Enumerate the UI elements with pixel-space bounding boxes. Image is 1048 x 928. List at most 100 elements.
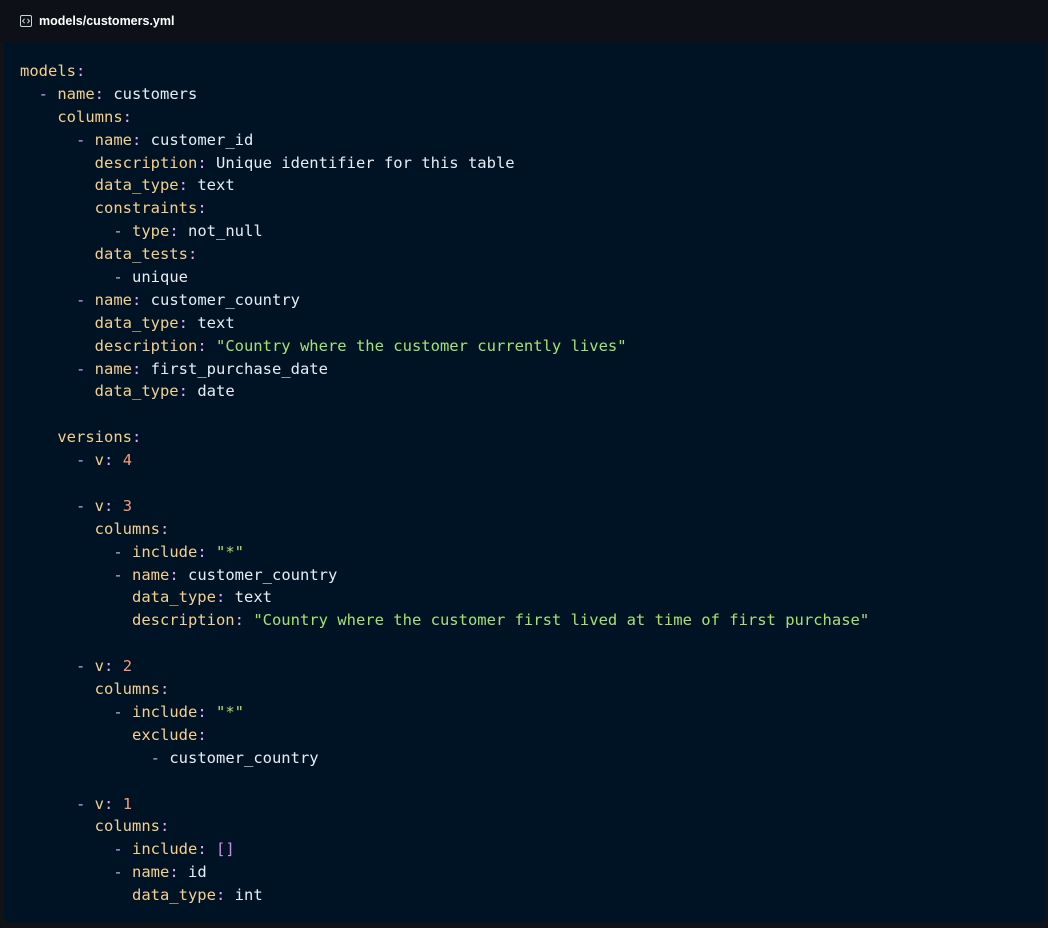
code-line: models: [20, 60, 869, 83]
code-line: - v: 1 [20, 793, 869, 816]
yaml-punctuation: : [197, 725, 207, 744]
yaml-key: versions [57, 428, 132, 447]
yaml-punctuation: : [104, 451, 123, 470]
yaml-number: 2 [122, 657, 133, 676]
yaml-value: customer_id [150, 130, 254, 149]
yaml-punctuation: : [159, 519, 170, 538]
yaml-value: text [197, 176, 235, 195]
yaml-key: data_type [131, 886, 216, 905]
yaml-key: include [132, 702, 198, 721]
yaml-string: "Country where the customer first lived … [253, 611, 870, 630]
yaml-value: id [188, 863, 207, 882]
yaml-value: customer_country [150, 290, 300, 309]
code-block-header: models/customers.yml [0, 0, 1048, 42]
yaml-number: 1 [122, 794, 133, 813]
yaml-punctuation: : [178, 382, 198, 401]
yaml-value: customers [113, 84, 198, 103]
code-window: models/customers.yml models: - name: cus… [0, 0, 1048, 928]
yaml-value: int [234, 886, 263, 905]
yaml-key: columns [94, 817, 160, 836]
yaml-list-dash: - [76, 290, 95, 309]
code-line: - name: customer_country [20, 289, 869, 312]
yaml-value: Unique identifier for this table [215, 153, 515, 172]
yaml-punctuation: : [76, 62, 86, 80]
yaml-value: text [234, 588, 272, 607]
yaml-list-dash: - [113, 542, 132, 561]
code-line: description: "Country where the customer… [20, 609, 869, 632]
yaml-list-dash: - [113, 222, 132, 241]
yaml-key: data_type [94, 176, 179, 195]
yaml-punctuation: : [197, 840, 216, 859]
code-line: - name: customer_country [20, 564, 869, 587]
yaml-key: exclude [131, 725, 198, 744]
yaml-key: models [20, 62, 76, 80]
yaml-key: v [94, 451, 105, 470]
yaml-key: description [94, 336, 198, 355]
yaml-value: unique [132, 268, 188, 287]
yaml-key: v [94, 496, 105, 515]
yaml-number: 3 [122, 496, 133, 515]
yaml-punctuation: : [187, 245, 198, 264]
yaml-key: data_tests [94, 245, 188, 264]
code-line: - include: [] [20, 838, 869, 861]
code-line: columns: [20, 106, 869, 129]
yaml-punctuation: : [178, 313, 198, 332]
code-line: - name: first_purchase_date [20, 358, 869, 381]
yaml-string: "Country where the customer currently li… [215, 336, 627, 355]
code-line: - unique [20, 266, 869, 289]
yaml-punctuation: : [159, 680, 170, 699]
code-editor[interactable]: models: - name: customers columns: - nam… [4, 42, 1046, 922]
yaml-punctuation: : [197, 153, 216, 172]
yaml-key: data_type [94, 382, 179, 401]
code-line: columns: [20, 678, 869, 701]
yaml-list-dash: - [76, 451, 95, 470]
yaml-punctuation: : [122, 107, 132, 126]
yaml-key: columns [57, 107, 123, 126]
yaml-key: name [57, 84, 95, 103]
yaml-punctuation: : [197, 542, 216, 561]
code-content[interactable]: models: - name: customers columns: - nam… [20, 60, 869, 907]
yaml-punctuation: : [234, 611, 254, 630]
yaml-key: include [132, 840, 198, 859]
code-line: data_type: text [20, 312, 869, 335]
file-name: models/customers.yml [39, 14, 175, 28]
yaml-list-dash: - [150, 748, 170, 767]
yaml-list-dash: - [38, 84, 58, 103]
yaml-punctuation: : [104, 794, 123, 813]
code-line: columns: [20, 518, 869, 541]
yaml-list-dash: - [76, 657, 95, 676]
yaml-punctuation: : [159, 817, 170, 836]
yaml-list-dash: - [76, 794, 95, 813]
yaml-list-dash: - [113, 565, 132, 584]
code-line: - include: "*" [20, 701, 869, 724]
yaml-key: type [132, 222, 170, 241]
code-line: constraints: [20, 197, 869, 220]
yaml-key: v [94, 794, 105, 813]
code-line: - name: customer_id [20, 129, 869, 152]
yaml-bracket: [] [216, 840, 235, 859]
code-line: - v: 2 [20, 655, 869, 678]
code-line: versions: [20, 426, 869, 449]
code-line: - type: not_null [20, 220, 869, 243]
yaml-punctuation: : [197, 702, 216, 721]
yaml-string: "*" [216, 702, 244, 721]
yaml-list-dash: - [113, 702, 132, 721]
yaml-key: include [132, 542, 198, 561]
yaml-punctuation: : [178, 176, 198, 195]
yaml-number: 4 [122, 451, 133, 470]
yaml-value: not_null [188, 222, 263, 241]
yaml-key: name [132, 565, 170, 584]
yaml-key: name [94, 130, 132, 149]
yaml-key: data_type [131, 588, 216, 607]
yaml-value: first_purchase_date [150, 359, 328, 378]
yaml-punctuation: : [132, 130, 151, 149]
code-line: data_type: int [20, 884, 869, 907]
yaml-punctuation: : [94, 84, 114, 103]
code-line: description: "Country where the customer… [20, 335, 869, 358]
yaml-key: constraints [94, 199, 198, 218]
code-line: - name: customers [20, 83, 869, 106]
yaml-string: "*" [216, 542, 244, 561]
